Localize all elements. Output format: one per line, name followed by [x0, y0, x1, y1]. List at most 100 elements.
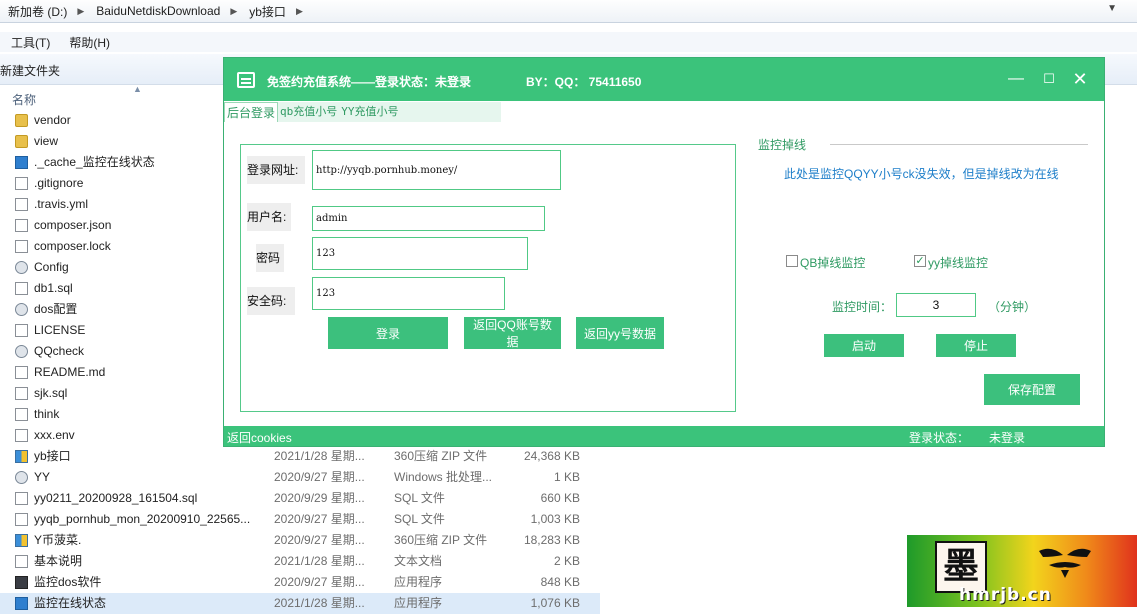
file-icon: [15, 282, 28, 295]
settings-file-icon: [15, 471, 28, 484]
file-name: .travis.yml: [34, 197, 88, 211]
qb-monitor-checkbox[interactable]: [786, 255, 798, 267]
file-size: 24,368 KB: [523, 449, 580, 463]
security-code-label: 安全码:: [247, 287, 295, 315]
address-bar[interactable]: 新加卷 (D:) ▶ BaiduNetdiskDownload ▶ yb接口 ▶…: [0, 0, 1137, 23]
file-type: 应用程序: [394, 596, 443, 610]
column-header-name[interactable]: 名称: [12, 91, 36, 108]
file-name: README.md: [34, 365, 106, 379]
username-input[interactable]: [312, 206, 545, 231]
file-type: 360压缩 ZIP 文件: [394, 449, 488, 463]
file-type: SQL 文件: [394, 512, 445, 526]
app-title: 免签约充值系统——登录状态：未登录: [267, 75, 472, 89]
yy-monitor-label[interactable]: yy掉线监控: [928, 254, 988, 271]
chevron-down-icon[interactable]: ▼: [1107, 3, 1117, 14]
file-row[interactable]: 监控dos软件 2020/9/27 星期... 应用程序 848 KB: [0, 572, 600, 593]
return-qq-data-button[interactable]: 返回QQ账号数据: [464, 317, 561, 349]
file-row[interactable]: yy0211_20200928_161504.sql 2020/9/29 星期..…: [0, 488, 600, 509]
tab-yy-accounts[interactable]: YY充值小号: [339, 102, 401, 122]
login-panel: 登录网址: 用户名: 密码 安全码: 登录 返回QQ账号数据 返回yy号数据: [240, 144, 736, 412]
settings-file-icon: [15, 303, 28, 316]
start-button[interactable]: 启动: [824, 334, 904, 357]
tab-qb-accounts[interactable]: qb充值小号: [278, 102, 340, 122]
breadcrumb-separator-icon[interactable]: ▶: [73, 6, 88, 17]
site-watermark: 墨 hmrjb.cn: [907, 535, 1137, 607]
file-size: 1 KB: [553, 470, 580, 484]
file-row[interactable]: yb接口 2021/1/28 星期... 360压缩 ZIP 文件 24,368 KB: [0, 446, 600, 467]
login-button[interactable]: 登录: [328, 317, 448, 349]
maximize-button[interactable]: ☐: [1038, 68, 1060, 90]
file-date: 2021/1/28 星期...: [274, 596, 365, 610]
breadcrumb-separator-icon[interactable]: ▶: [292, 6, 307, 17]
tab-admin-login[interactable]: 后台登录: [224, 102, 279, 122]
menu-tools[interactable]: 工具(T): [0, 34, 58, 51]
file-name: Config: [34, 260, 69, 274]
file-size: 848 KB: [540, 575, 580, 589]
login-status-label: 登录状态：: [909, 431, 970, 445]
stop-button[interactable]: 停止: [936, 334, 1016, 357]
url-input[interactable]: [312, 150, 561, 190]
file-name: LICENSE: [34, 323, 86, 337]
bat-icon: [15, 576, 28, 589]
app-icon: [15, 156, 28, 169]
qb-monitor-label[interactable]: QB掉线监控: [800, 254, 865, 271]
minimize-button[interactable]: —: [1005, 68, 1027, 90]
file-type: SQL 文件: [394, 491, 445, 505]
file-name: composer.lock: [34, 239, 111, 253]
menu-bar: 工具(T) 帮助(H): [0, 32, 1137, 52]
file-name: ._cache_监控在线状态: [34, 155, 155, 169]
breadcrumb-drive[interactable]: 新加卷 (D:): [0, 3, 73, 20]
file-name: view: [34, 134, 59, 148]
zip-icon: [15, 450, 28, 463]
file-name: YY: [34, 470, 51, 484]
file-name: vendor: [34, 113, 71, 127]
file-icon: [15, 219, 28, 232]
file-type: 应用程序: [394, 575, 443, 589]
password-label: 密码: [256, 244, 284, 272]
file-date: 2020/9/27 星期...: [274, 533, 365, 547]
file-name: db1.sql: [34, 281, 73, 295]
file-name: QQcheck: [34, 344, 85, 358]
app-icon: [15, 597, 28, 610]
file-row[interactable]: 基本说明 2021/1/28 星期... 文本文档 2 KB: [0, 551, 600, 572]
yy-monitor-checkbox[interactable]: ✓: [914, 255, 926, 267]
menu-help[interactable]: 帮助(H): [58, 34, 118, 51]
file-row[interactable]: Y币菠菜. 2020/9/27 星期... 360压缩 ZIP 文件 18,283 K…: [0, 530, 600, 551]
file-name: 基本说明: [34, 554, 83, 568]
new-folder-button[interactable]: 新建文件夹: [0, 62, 60, 79]
app-title-bar[interactable]: 免签约充值系统——登录状态：未登录 BY：QQ： 75411650 — ☐ ✕: [224, 58, 1104, 101]
file-icon: [15, 492, 28, 505]
file-icon: [15, 513, 28, 526]
file-name: sjk.sql: [34, 386, 68, 400]
status-bar: 返回cookies 登录状态： 未登录: [224, 426, 1104, 446]
breadcrumb-yb[interactable]: yb接口: [241, 3, 292, 20]
folder-icon: [15, 114, 28, 127]
tab-bar-filler: [400, 102, 501, 122]
security-code-input[interactable]: [312, 277, 505, 310]
close-button[interactable]: ✕: [1069, 68, 1091, 90]
file-name: composer.json: [34, 218, 112, 232]
breadcrumb-separator-icon[interactable]: ▶: [226, 6, 241, 17]
return-cookies-link[interactable]: 返回cookies: [227, 429, 292, 446]
monitor-description: 此处是监控QQYY小号ck没失效，但是掉线改为在线: [784, 167, 1059, 181]
file-name: 监控dos软件: [34, 575, 102, 589]
zip-icon: [15, 534, 28, 547]
return-yy-data-button[interactable]: 返回yy号数据: [576, 317, 664, 349]
file-date: 2020/9/27 星期...: [274, 512, 365, 526]
file-date: 2021/1/28 星期...: [274, 554, 365, 568]
file-row[interactable]: 监控在线状态 2021/1/28 星期... 应用程序 1,076 KB: [0, 593, 600, 614]
file-date: 2020/9/27 星期...: [274, 470, 365, 484]
file-icon: [15, 366, 28, 379]
file-type: 文本文档: [394, 554, 443, 568]
breadcrumb-baidu[interactable]: BaiduNetdiskDownload: [88, 4, 226, 18]
password-input[interactable]: [312, 237, 528, 270]
file-name: .gitignore: [34, 176, 84, 190]
file-row[interactable]: yyqb_pornhub_mon_20200910_22565... 2020/9…: [0, 509, 600, 530]
mask-logo-icon: [1039, 548, 1091, 578]
file-date: 2021/1/28 星期...: [274, 449, 365, 463]
file-row[interactable]: YY 2020/9/27 星期... Windows 批处理... 1 KB: [0, 467, 600, 488]
watermark-site-text: hmrjb.cn: [959, 585, 1052, 605]
monitor-time-input[interactable]: [896, 293, 976, 317]
sort-up-icon: ▲: [133, 84, 142, 94]
save-config-button[interactable]: 保存配置: [984, 374, 1080, 405]
